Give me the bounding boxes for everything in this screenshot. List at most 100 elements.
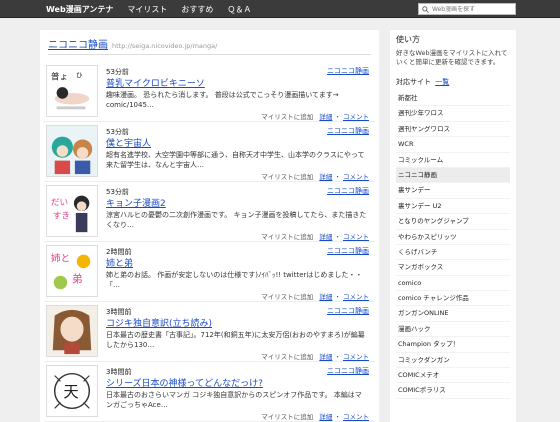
comment-link[interactable]: コメント <box>343 113 369 121</box>
comment-link[interactable]: コメント <box>343 173 369 181</box>
usage-heading: 使い方 <box>396 35 420 44</box>
entry-description: 姉と弟のお話。 作画が安定しないのは仕様です)ﾉｲﾊﾞｯ!! twitterはじ… <box>106 271 363 289</box>
nav-recommended-link[interactable]: おすすめ <box>181 4 213 15</box>
comment-link[interactable]: コメント <box>343 413 369 421</box>
sidebar-site-item[interactable]: COMICポラリス <box>396 383 510 399</box>
add-to-mylist-link[interactable]: マイリストに追加 <box>261 233 313 241</box>
sidebar-site-item[interactable]: ガンガンONLINE <box>396 306 510 322</box>
detail-link[interactable]: 詳細 <box>319 173 332 181</box>
manga-thumbnail[interactable]: 姉と弟 <box>46 245 98 297</box>
supported-sites-list-link[interactable]: 一覧 <box>435 78 449 86</box>
detail-link[interactable]: 詳細 <box>319 233 332 241</box>
entry-title-link[interactable]: シリーズ日本の神様ってどんなだっけ? <box>106 376 366 389</box>
sidebar-site-item[interactable]: マンガボックス <box>396 260 510 276</box>
supported-sites-list: 新都社 週刊少年ワロス 週刊ヤングワロス WCR コミックルーム ニコニコ静画 裏サンデー裏… <box>396 91 510 399</box>
sidebar-site-item[interactable]: comico チャレンジ作品 <box>396 291 510 307</box>
supported-sites-heading: 対応サイト 一覧 <box>396 77 510 87</box>
entry-actions: マイリストに追加 詳細 ・ コメント <box>261 171 369 181</box>
sidebar: 使い方 好きなWeb漫画をマイリストに入れていくと簡単に更新を確認できます。 対… <box>390 30 516 422</box>
supported-sites-label: 対応サイト <box>396 78 431 86</box>
detail-link[interactable]: 詳細 <box>319 113 332 121</box>
add-to-mylist-link[interactable]: マイリストに追加 <box>261 413 313 421</box>
manga-thumbnail[interactable] <box>46 125 98 177</box>
search-box[interactable] <box>418 3 516 15</box>
nav-mylist-link[interactable]: マイリスト <box>127 4 167 15</box>
action-separator: ・ <box>334 413 341 421</box>
entry-description: 趣味漫画。 恐られたら消します。 普段は公式でこっそり漫画描いてます→ comi… <box>106 91 339 109</box>
main-nav: Web漫画アンテナ マイリスト おすすめ Ｑ＆Ａ <box>46 0 265 18</box>
svg-text:だい: だい <box>51 197 68 208</box>
sidebar-site-item[interactable]: くらげバンチ <box>396 245 510 261</box>
list-item: 姉と弟 2時間前 ニコニコ静画 姉と弟 姉と弟のお話。 作画が安定しないのは仕様… <box>44 242 375 302</box>
manga-thumbnail[interactable]: 天 <box>46 365 98 417</box>
sidebar-site-item[interactable]: comico <box>396 276 510 292</box>
entry-title-link[interactable]: 僕と宇宙人 <box>106 136 366 149</box>
top-nav-bar: Web漫画アンテナ マイリスト おすすめ Ｑ＆Ａ <box>0 0 560 18</box>
add-to-mylist-link[interactable]: マイリストに追加 <box>261 173 313 181</box>
brand-logo-link[interactable]: Web漫画アンテナ <box>46 4 113 15</box>
sidebar-site-item[interactable]: 裏サンデー <box>396 183 510 199</box>
entry-title-link[interactable]: コジキ独自意訳(立ち読み) <box>106 316 366 329</box>
detail-link[interactable]: 詳細 <box>319 293 332 301</box>
svg-text:ひ: ひ <box>76 72 83 80</box>
entry-title-link[interactable]: キョン子漫画2 <box>106 196 366 209</box>
sidebar-site-item[interactable]: 新都社 <box>396 91 510 107</box>
sidebar-site-item[interactable]: COMICメテオ <box>396 368 510 384</box>
entry-site-badge[interactable]: ニコニコ静画 <box>327 246 369 256</box>
list-item: 天 3時間前 ニコニコ静画 シリーズ日本の神様ってどんなだっけ? 日本最古のおさ… <box>44 362 375 422</box>
action-separator: ・ <box>334 233 341 241</box>
entry-site-badge[interactable]: ニコニコ静画 <box>327 66 369 76</box>
entry-actions: マイリストに追加 詳細 ・ コメント <box>261 291 369 301</box>
entry-title-link[interactable]: 姉と弟 <box>106 256 366 269</box>
detail-link[interactable]: 詳細 <box>319 353 332 361</box>
sidebar-site-item[interactable]: コミックルーム <box>396 153 510 168</box>
list-item: 普ょひ 53分前 ニコニコ静画 普乳マイクロビキニーソ 趣味漫画。 恐られたら消… <box>44 62 375 122</box>
sidebar-site-item[interactable]: 週刊ヤングワロス <box>396 122 510 138</box>
list-item: 3時間前 ニコニコ静画 コジキ独自意訳(立ち読み) 日本最古の歴史書「古事記」。… <box>44 302 375 362</box>
add-to-mylist-link[interactable]: マイリストに追加 <box>261 113 313 121</box>
add-to-mylist-link[interactable]: マイリストに追加 <box>261 353 313 361</box>
search-icon <box>422 5 429 13</box>
sidebar-site-item[interactable]: となりのヤングジャンプ <box>396 214 510 230</box>
manga-thumbnail[interactable]: だい すき <box>46 185 98 237</box>
main-panel: ニコニコ静画 http://seiga.nicovideo.jp/manga/ … <box>40 30 379 422</box>
nav-qa-link[interactable]: Ｑ＆Ａ <box>227 4 251 15</box>
comment-link[interactable]: コメント <box>343 233 369 241</box>
sidebar-site-item[interactable]: WCR <box>396 137 510 153</box>
list-item: だい すき 53分前 ニコニコ静画 キョン子漫画2 涼宮ハルヒの憂鬱の二次創作漫画… <box>44 182 375 242</box>
sidebar-site-item[interactable]: やわらかスピリッツ <box>396 230 510 245</box>
entry-actions: マイリストに追加 詳細 ・ コメント <box>261 231 369 241</box>
entry-actions: マイリストに追加 詳細 ・ コメント <box>261 411 369 421</box>
entry-list: 普ょひ 53分前 ニコニコ静画 普乳マイクロビキニーソ 趣味漫画。 恐られたら消… <box>44 62 375 422</box>
entry-site-badge[interactable]: ニコニコ静画 <box>327 126 369 136</box>
sidebar-site-item[interactable]: 週刊少年ワロス <box>396 106 510 122</box>
list-item: 53分前 ニコニコ静画 僕と宇宙人 超有名進学校、大空学園中等部に通う、自称天才… <box>44 122 375 182</box>
svg-text:弟: 弟 <box>72 274 83 286</box>
entry-site-badge[interactable]: ニコニコ静画 <box>327 186 369 196</box>
entry-description: 超有名進学校、大空学園中等部に通う、自称天才中学生、山本学のクラスにやって来た留… <box>106 151 365 169</box>
entry-site-badge[interactable]: ニコニコ静画 <box>327 306 369 316</box>
svg-text:すき: すき <box>53 211 70 222</box>
manga-thumbnail[interactable]: 普ょひ <box>46 65 98 117</box>
sidebar-site-item[interactable]: コミックダンガン <box>396 353 510 369</box>
detail-link[interactable]: 詳細 <box>319 413 332 421</box>
svg-text:普ょ: 普ょ <box>51 70 68 82</box>
search-input[interactable] <box>432 5 515 13</box>
entry-title-link[interactable]: 普乳マイクロビキニーソ <box>106 76 366 89</box>
usage-description: 好きなWeb漫画をマイリストに入れていくと簡単に更新を確認できます。 <box>396 49 508 66</box>
site-name-link[interactable]: ニコニコ静画 <box>48 36 108 51</box>
action-separator: ・ <box>334 293 341 301</box>
manga-thumbnail[interactable] <box>46 305 98 357</box>
sidebar-site-item[interactable]: Champion タップ！ <box>396 337 510 353</box>
add-to-mylist-link[interactable]: マイリストに追加 <box>261 293 313 301</box>
comment-link[interactable]: コメント <box>343 293 369 301</box>
entry-actions: マイリストに追加 詳細 ・ コメント <box>261 351 369 361</box>
comment-link[interactable]: コメント <box>343 353 369 361</box>
action-separator: ・ <box>334 113 341 121</box>
entry-site-badge[interactable]: ニコニコ静画 <box>327 366 369 376</box>
sidebar-site-item[interactable]: 漫画ハック <box>396 322 510 338</box>
sidebar-site-item[interactable]: ニコニコ静画 <box>396 167 510 184</box>
sidebar-site-item[interactable]: 裏サンデー U2 <box>396 199 510 215</box>
svg-text:天: 天 <box>63 383 78 401</box>
action-separator: ・ <box>334 353 341 361</box>
